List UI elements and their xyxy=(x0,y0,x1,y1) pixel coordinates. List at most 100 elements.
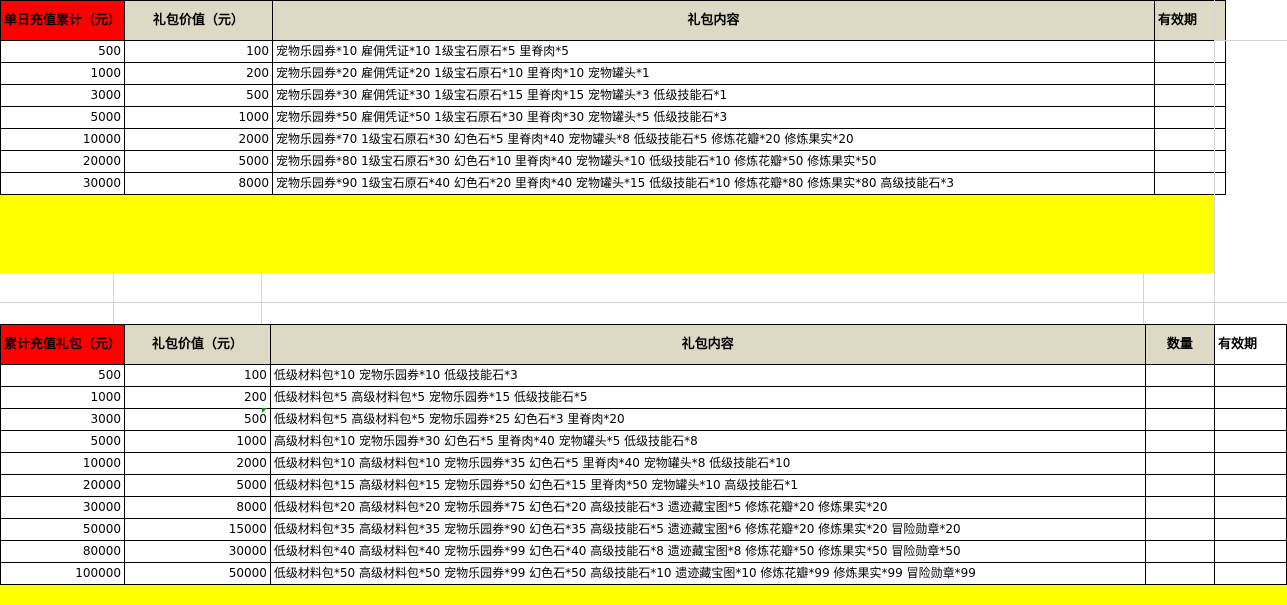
gift-value-cell[interactable]: 200 xyxy=(124,386,271,409)
recharge-amount-cell[interactable]: 30000 xyxy=(0,496,126,519)
table-header-row: 累计充值礼包（元） 礼包价值（元） 礼包内容 数量 有效期 xyxy=(0,324,1287,365)
gift-value-cell[interactable]: 5000 xyxy=(124,474,271,497)
recharge-amount-cell[interactable]: 1000 xyxy=(0,62,126,85)
gift-content-cell[interactable]: 宠物乐园券*70 1级宝石原石*30 幻色石*5 里脊肉*40 宠物罐头*8 低… xyxy=(272,128,1156,151)
empty-cell[interactable] xyxy=(1144,386,1216,409)
table-row: 500 100 宠物乐园券*10 雇佣凭证*10 1级宝石原石*5 里脊肉*5 xyxy=(0,40,1227,63)
gift-value-cell[interactable]: 8000 xyxy=(124,496,271,519)
gridline xyxy=(1214,40,1287,41)
table-row: 20000 5000 低级材料包*15 高级材料包*15 宠物乐园券*50 幻色石*… xyxy=(0,474,1287,497)
table-row: 3000 500 低级材料包*5 高级材料包*5 宠物乐园券*25 幻色石*3 里脊… xyxy=(0,408,1287,431)
empty-cell[interactable] xyxy=(1214,364,1287,387)
gift-content-cell[interactable]: 低级材料包*50 高级材料包*50 宠物乐园券*99 幻色石*50 高级技能石*… xyxy=(269,562,1146,585)
empty-cell[interactable] xyxy=(1214,430,1287,453)
header-quantity[interactable]: 数量 xyxy=(1144,324,1216,365)
recharge-amount-cell[interactable]: 20000 xyxy=(0,150,126,173)
empty-cell[interactable] xyxy=(1214,452,1287,475)
gift-value-cell[interactable]: 2000 xyxy=(124,452,271,475)
gift-content-cell[interactable]: 宠物乐园券*10 雇佣凭证*10 1级宝石原石*5 里脊肉*5 xyxy=(272,40,1156,63)
recharge-amount-cell[interactable]: 1000 xyxy=(0,386,126,409)
empty-cell[interactable] xyxy=(1144,452,1216,475)
gift-value-cell[interactable]: 500 xyxy=(124,408,271,431)
empty-cell[interactable] xyxy=(1214,562,1287,585)
recharge-amount-cell[interactable]: 5000 xyxy=(0,430,126,453)
empty-cell[interactable] xyxy=(1214,496,1287,519)
gift-content-cell[interactable]: 宠物乐园券*80 1级宝石原石*30 幻色石*10 里脊肉*40 宠物罐头*10… xyxy=(272,150,1156,173)
gift-value-cell[interactable]: 1000 xyxy=(124,106,274,129)
gift-value-cell[interactable]: 8000 xyxy=(124,172,274,195)
gift-value-cell[interactable]: 500 xyxy=(124,84,274,107)
table-row: 3000 500 宠物乐园券*30 雇佣凭证*30 1级宝石原石*15 里脊肉*15… xyxy=(0,84,1227,107)
gift-content-cell[interactable]: 低级材料包*15 高级材料包*15 宠物乐园券*50 幻色石*15 里脊肉*50… xyxy=(269,474,1146,497)
highlight-band xyxy=(0,195,1214,273)
gift-content-cell[interactable]: 低级材料包*5 高级材料包*5 宠物乐园券*15 低级技能石*5 xyxy=(269,386,1146,409)
gift-content-cell[interactable]: 宠物乐园券*30 雇佣凭证*30 1级宝石原石*15 里脊肉*15 宠物罐头*3… xyxy=(272,84,1156,107)
header-daily-recharge[interactable]: 单日充值累计（元） xyxy=(0,0,126,41)
table-row: 1000 200 宠物乐园券*20 雇佣凭证*20 1级宝石原石*10 里脊肉*10… xyxy=(0,62,1227,85)
gift-value-cell[interactable]: 200 xyxy=(124,62,274,85)
recharge-amount-cell[interactable]: 3000 xyxy=(0,84,126,107)
comment-indicator-icon[interactable] xyxy=(262,408,267,413)
empty-cell[interactable] xyxy=(1144,496,1216,519)
empty-cell[interactable] xyxy=(1144,562,1216,585)
header-gift-content[interactable]: 礼包内容 xyxy=(272,0,1156,41)
empty-cell[interactable] xyxy=(1144,540,1216,563)
gift-content-cell[interactable]: 低级材料包*10 宠物乐园券*10 低级技能石*3 xyxy=(269,364,1146,387)
header-cumulative-recharge[interactable]: 累计充值礼包（元） xyxy=(0,324,126,365)
gift-value-cell[interactable]: 1000 xyxy=(124,430,271,453)
gift-content-cell[interactable]: 低级材料包*20 高级材料包*20 宠物乐园券*75 幻色石*20 高级技能石*… xyxy=(269,496,1146,519)
spreadsheet: 单日充值累计（元） 礼包价值（元） 礼包内容 有效期 500 100 宠物乐园券*1… xyxy=(0,0,1287,605)
recharge-amount-cell[interactable]: 20000 xyxy=(0,474,126,497)
empty-cell[interactable] xyxy=(1144,474,1216,497)
gift-content-cell[interactable]: 低级材料包*10 高级材料包*10 宠物乐园券*35 幻色石*5 里脊肉*40 … xyxy=(269,452,1146,475)
gift-value-cell[interactable]: 2000 xyxy=(124,128,274,151)
gift-content-cell[interactable]: 低级材料包*40 高级材料包*40 宠物乐园券*99 幻色石*40 高级技能石*… xyxy=(269,540,1146,563)
gift-value-cell[interactable]: 15000 xyxy=(124,518,271,541)
recharge-amount-cell[interactable]: 500 xyxy=(0,40,126,63)
recharge-amount-cell[interactable]: 10000 xyxy=(0,128,126,151)
table-row: 80000 30000 低级材料包*40 高级材料包*40 宠物乐园券*99 幻色石… xyxy=(0,540,1287,563)
empty-cell[interactable] xyxy=(1144,518,1216,541)
gift-content-cell[interactable]: 低级材料包*5 高级材料包*5 宠物乐园券*25 幻色石*3 里脊肉*20 xyxy=(269,408,1146,431)
header-gift-content[interactable]: 礼包内容 xyxy=(269,324,1146,365)
gift-value-cell[interactable]: 100 xyxy=(124,364,271,387)
gift-content-cell[interactable]: 宠物乐园券*20 雇佣凭证*20 1级宝石原石*10 里脊肉*10 宠物罐头*1 xyxy=(272,62,1156,85)
table-row: 500 100 低级材料包*10 宠物乐园券*10 低级技能石*3 xyxy=(0,364,1287,387)
gift-value-cell[interactable]: 5000 xyxy=(124,150,274,173)
recharge-amount-cell[interactable]: 5000 xyxy=(0,106,126,129)
gridline xyxy=(113,273,114,324)
empty-cell[interactable] xyxy=(1144,408,1216,431)
recharge-amount-cell[interactable]: 500 xyxy=(0,364,126,387)
empty-cell[interactable] xyxy=(1214,474,1287,497)
gift-content-cell[interactable]: 宠物乐园券*90 1级宝石原石*40 幻色石*20 里脊肉*40 宠物罐头*15… xyxy=(272,172,1156,195)
gridline xyxy=(1214,0,1215,324)
recharge-amount-cell[interactable]: 30000 xyxy=(0,172,126,195)
empty-cell[interactable] xyxy=(1144,430,1216,453)
empty-cell[interactable] xyxy=(1214,386,1287,409)
gridline xyxy=(0,302,1287,303)
gift-value-cell[interactable]: 50000 xyxy=(124,562,271,585)
empty-cell[interactable] xyxy=(1214,540,1287,563)
empty-cell[interactable] xyxy=(1214,518,1287,541)
recharge-amount-cell[interactable]: 10000 xyxy=(0,452,126,475)
table-row: 5000 1000 高级材料包*10 宠物乐园券*30 幻色石*5 里脊肉*40 宠… xyxy=(0,430,1287,453)
table-row: 10000 2000 低级材料包*10 高级材料包*10 宠物乐园券*35 幻色石*… xyxy=(0,452,1287,475)
gift-value-cell[interactable]: 100 xyxy=(124,40,274,63)
gift-content-cell[interactable]: 宠物乐园券*50 雇佣凭证*50 1级宝石原石*30 里脊肉*30 宠物罐头*5… xyxy=(272,106,1156,129)
table-row: 50000 15000 低级材料包*35 高级材料包*35 宠物乐园券*90 幻色石… xyxy=(0,518,1287,541)
recharge-amount-cell[interactable]: 3000 xyxy=(0,408,126,431)
recharge-amount-cell[interactable]: 80000 xyxy=(0,540,126,563)
daily-recharge-table: 单日充值累计（元） 礼包价值（元） 礼包内容 有效期 500 100 宠物乐园券*1… xyxy=(0,0,1227,195)
highlight-band xyxy=(0,585,1287,605)
empty-cell[interactable] xyxy=(1144,364,1216,387)
empty-cell[interactable] xyxy=(1214,408,1287,431)
header-gift-value[interactable]: 礼包价值（元） xyxy=(124,324,271,365)
gift-content-cell[interactable]: 低级材料包*35 高级材料包*35 宠物乐园券*90 幻色石*35 高级技能石*… xyxy=(269,518,1146,541)
gift-content-cell[interactable]: 高级材料包*10 宠物乐园券*30 幻色石*5 里脊肉*40 宠物罐头*5 低级… xyxy=(269,430,1146,453)
gift-value-cell[interactable]: 30000 xyxy=(124,540,271,563)
header-gift-value[interactable]: 礼包价值（元） xyxy=(124,0,274,41)
recharge-amount-cell[interactable]: 100000 xyxy=(0,562,126,585)
header-validity[interactable]: 有效期 xyxy=(1214,324,1287,365)
table-row: 10000 2000 宠物乐园券*70 1级宝石原石*30 幻色石*5 里脊肉*40… xyxy=(0,128,1227,151)
recharge-amount-cell[interactable]: 50000 xyxy=(0,518,126,541)
